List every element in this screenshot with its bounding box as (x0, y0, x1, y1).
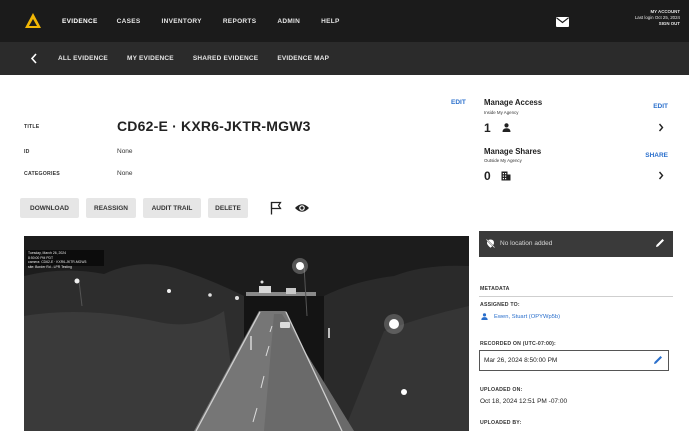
chevron-right-icon[interactable] (658, 123, 664, 132)
location-text: No location added (500, 240, 553, 247)
mail-icon[interactable] (556, 17, 569, 27)
id-value: None (117, 148, 133, 155)
pencil-icon[interactable] (653, 355, 663, 365)
location-off-icon (486, 239, 495, 248)
assigned-to-label: ASSIGNED TO: (480, 302, 520, 308)
top-nav-evidence[interactable]: EVIDENCE (62, 18, 98, 25)
flag-icon[interactable] (270, 201, 282, 215)
reassign-button[interactable]: REASSIGN (86, 198, 136, 218)
person-icon (502, 123, 511, 132)
video-player[interactable]: Tuesday, March 26, 2024 8:50:00 PM PDT c… (24, 236, 469, 431)
uploaded-on-label: UPLOADED ON: (480, 387, 523, 393)
shares-count: 0 (484, 169, 491, 183)
video-timestamp-overlay: Tuesday, March 26, 2024 8:50:00 PM PDT c… (26, 250, 104, 269)
eye-icon[interactable] (294, 202, 310, 214)
recorded-on-value: Mar 26, 2024 8:50:00 PM (484, 357, 558, 364)
sign-out-link[interactable]: SIGN OUT (635, 21, 680, 27)
overlay-site: site: Border Rd - LPR Testing (28, 264, 72, 269)
chevron-right-icon[interactable] (658, 171, 664, 180)
manage-shares-subtitle: Outside My Agency (484, 158, 522, 163)
back-chevron-icon[interactable] (30, 53, 38, 64)
access-count: 1 (484, 121, 491, 135)
sub-nav-shared-evidence[interactable]: SHARED EVIDENCE (193, 55, 258, 62)
top-nav-admin[interactable]: ADMIN (277, 18, 300, 25)
id-label: ID (24, 149, 30, 155)
recorded-on-label: RECORDED ON (UTC-07:00): (480, 341, 556, 347)
title-label: TITLE (24, 124, 40, 130)
top-nav-inventory[interactable]: INVENTORY (162, 18, 202, 25)
account-menu: MY ACCOUNT Last login Oct 25, 2024 SIGN … (635, 9, 680, 28)
uploaded-on-value: Oct 18, 2024 12:51 PM -07:00 (480, 398, 568, 405)
top-nav: EVIDENCE CASES INVENTORY REPORTS ADMIN H… (62, 0, 361, 42)
building-icon (501, 171, 511, 181)
manage-access-edit-link[interactable]: EDIT (653, 103, 668, 110)
manage-access-subtitle: Inside My Agency (484, 110, 519, 115)
manage-access-title: Manage Access (484, 98, 543, 107)
evidence-title: CD62-E · KXR6-JKTR-MGW3 (117, 118, 311, 134)
manage-shares-title: Manage Shares (484, 147, 542, 156)
assigned-to-link[interactable]: Ewen, Stuart (OPYWp5b) (494, 314, 560, 320)
logo-icon[interactable] (24, 12, 42, 30)
uploaded-by-label: UPLOADED BY: (480, 420, 522, 426)
sub-nav-my-evidence[interactable]: MY EVIDENCE (127, 55, 174, 62)
edit-details-link[interactable]: EDIT (451, 99, 466, 106)
metadata-divider (479, 296, 673, 297)
metadata-header: METADATA (480, 286, 510, 292)
delete-button[interactable]: DELETE (208, 198, 248, 218)
top-nav-reports[interactable]: REPORTS (223, 18, 257, 25)
pencil-icon[interactable] (655, 238, 665, 248)
categories-label: CATEGORIES (24, 171, 60, 177)
download-button[interactable]: DOWNLOAD (20, 198, 79, 218)
categories-value: None (117, 170, 133, 177)
manage-shares-share-link[interactable]: SHARE (645, 152, 668, 159)
sub-nav-evidence-map[interactable]: EVIDENCE MAP (277, 55, 329, 62)
action-buttons: DOWNLOAD REASSIGN AUDIT TRAIL DELETE (20, 198, 255, 218)
sub-nav-all-evidence[interactable]: ALL EVIDENCE (58, 55, 108, 62)
audit-trail-button[interactable]: AUDIT TRAIL (143, 198, 201, 218)
top-nav-help[interactable]: HELP (321, 18, 340, 25)
evidence-sub-nav: ALL EVIDENCE MY EVIDENCE SHARED EVIDENCE… (0, 42, 689, 75)
top-nav-cases[interactable]: CASES (117, 18, 141, 25)
person-icon (481, 313, 488, 320)
top-nav-bar: EVIDENCE CASES INVENTORY REPORTS ADMIN H… (0, 0, 689, 42)
